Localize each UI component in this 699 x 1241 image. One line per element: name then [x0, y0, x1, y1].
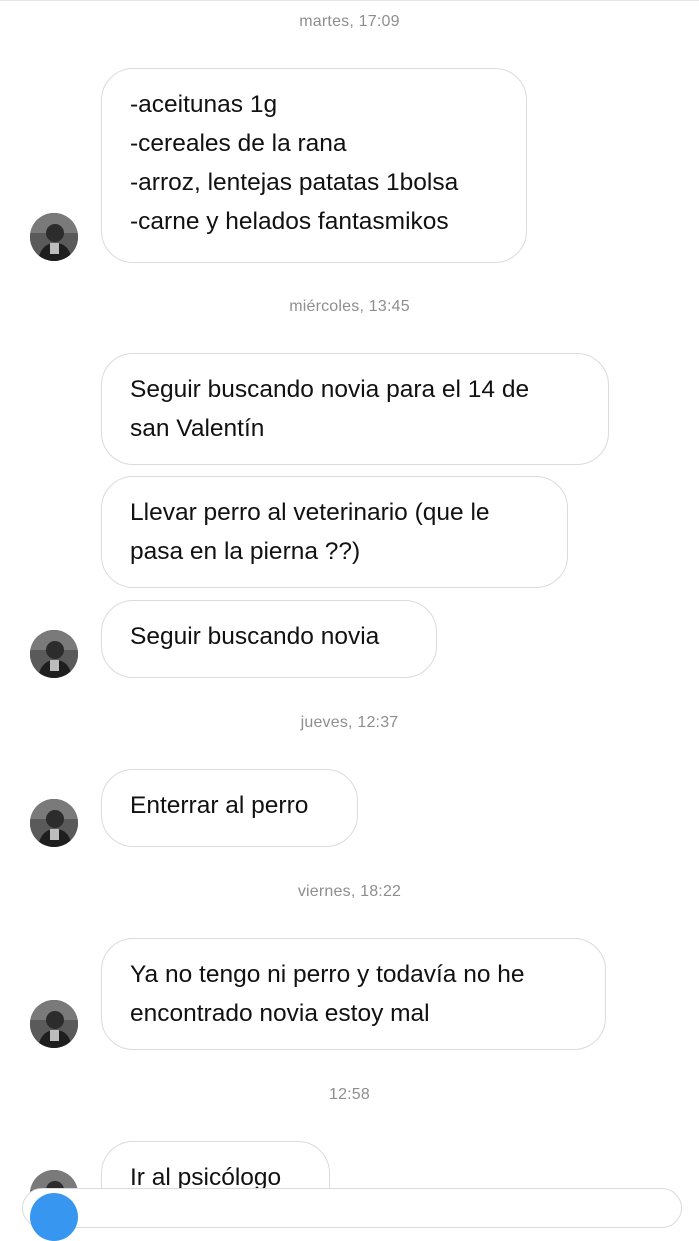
message-text: -aceitunas 1g [130, 91, 278, 118]
contact-avatar[interactable] [30, 630, 78, 678]
message-text: -cereales de la rana [130, 130, 347, 157]
contact-avatar-photo [30, 1000, 78, 1048]
timestamp-divider: jueves, 12:37 [300, 714, 399, 731]
message-text: encontrado novia estoy mal [130, 1000, 430, 1027]
message-text: Seguir buscando novia para el 14 de [130, 376, 530, 403]
contact-avatar[interactable] [30, 799, 78, 847]
message-text: Enterrar al perro [130, 792, 309, 819]
message-bubble[interactable]: Seguir buscando novia para el 14 de san … [101, 353, 609, 465]
message-text: Seguir buscando novia [130, 623, 380, 650]
message-text: -arroz, lentejas patatas 1bolsa [130, 169, 459, 196]
timestamp-divider: martes, 17:09 [299, 13, 400, 30]
message-text: san Valentín [130, 415, 265, 442]
camera-button[interactable] [30, 1193, 78, 1241]
contact-avatar-photo [30, 630, 78, 678]
message-composer[interactable] [22, 1188, 682, 1228]
message-bubble[interactable]: Seguir buscando novia [101, 600, 437, 678]
message-bubble[interactable]: Enterrar al perro [101, 769, 358, 847]
contact-avatar-photo [30, 799, 78, 847]
message-bubble[interactable]: -aceitunas 1g -cereales de la rana -arro… [101, 68, 527, 263]
message-text: Ya no tengo ni perro y todavía no he [130, 961, 525, 988]
message-text: -carne y helados fantasmikos [130, 208, 449, 235]
contact-avatar-photo [30, 213, 78, 261]
message-text: pasa en la pierna ??) [130, 538, 361, 565]
timestamp-divider: miércoles, 13:45 [289, 298, 410, 315]
top-divider [0, 0, 699, 1]
contact-avatar[interactable] [30, 213, 78, 261]
message-text: Llevar perro al veterinario (que le [130, 499, 490, 526]
message-bubble[interactable]: Ya no tengo ni perro y todavía no he enc… [101, 938, 606, 1050]
timestamp-divider: viernes, 18:22 [297, 883, 402, 900]
contact-avatar[interactable] [30, 1000, 78, 1048]
timestamp-divider: 12:58 [328, 1086, 371, 1103]
message-bubble[interactable]: Llevar perro al veterinario (que le pasa… [101, 476, 568, 588]
